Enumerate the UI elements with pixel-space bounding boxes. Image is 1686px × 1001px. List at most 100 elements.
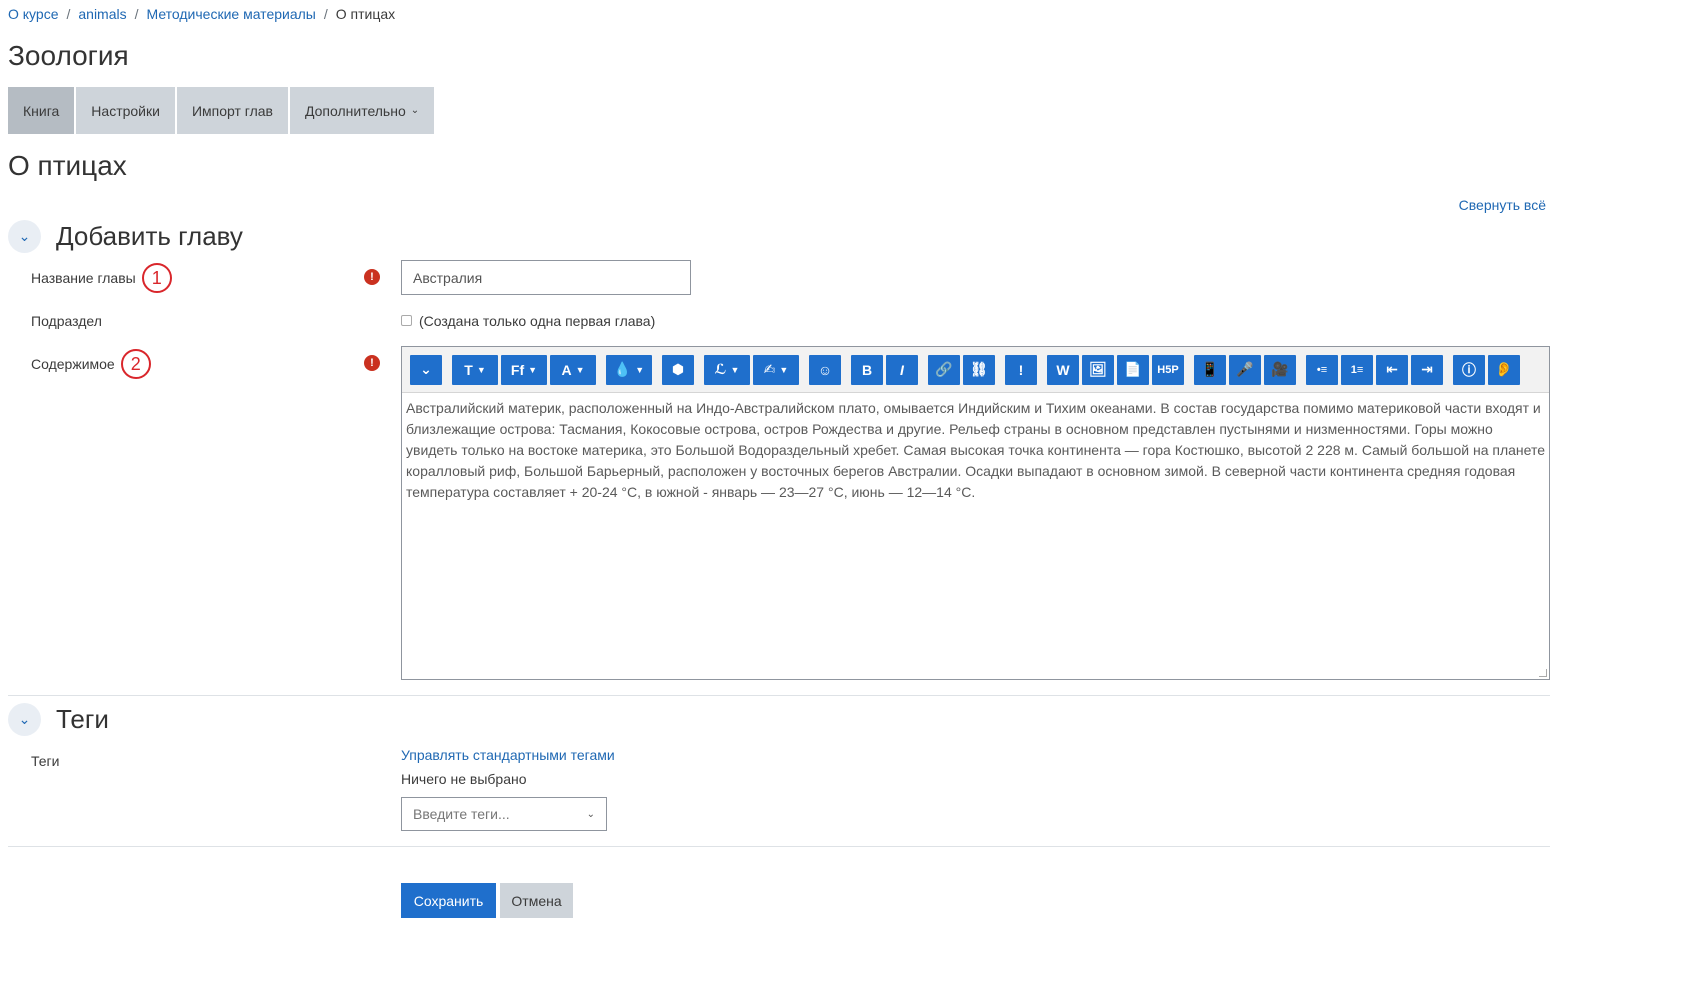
breadcrumb: О курсе / animals / Методические материалы / О… — [8, 6, 395, 22]
tab-settings[interactable]: Настройки — [76, 87, 175, 134]
section-toggle-button[interactable]: ⌄ — [8, 220, 41, 253]
chevron-down-icon: ⌄ — [410, 105, 420, 116]
editor-content-area[interactable]: Австралийский материк, расположенный на … — [402, 393, 1549, 508]
record-video-button[interactable]: 🎥 — [1264, 354, 1296, 385]
image-icon: 🖼 — [1089, 361, 1107, 377]
emoji-button[interactable]: ☺ — [809, 354, 841, 385]
indent-icon: ⇥ — [1421, 361, 1433, 377]
unordered-list-button[interactable]: •≡ — [1306, 354, 1338, 385]
highlight-button[interactable]: ✍ ▼ — [753, 354, 799, 385]
chevron-down-icon: ▼ — [528, 364, 538, 375]
drop-icon: 💧 — [613, 361, 632, 377]
h5p-icon: H5P — [1157, 363, 1179, 376]
toolbar-toggle-button[interactable]: ⌄ — [410, 354, 442, 385]
font-size-button[interactable]: T ▼ — [452, 354, 498, 385]
insert-media-button[interactable]: 📄 — [1117, 354, 1149, 385]
chevron-down-icon: ▼ — [635, 364, 645, 375]
screenreader-helper-button[interactable]: 👂 — [1488, 354, 1520, 385]
section-divider — [8, 846, 1550, 847]
label-text: Название главы — [31, 270, 136, 286]
subchapter-checkbox[interactable] — [401, 315, 412, 326]
subchapter-label: Подраздел — [31, 313, 102, 329]
ordered-list-button[interactable]: 1≡ — [1341, 354, 1373, 385]
breadcrumb-separator: / — [134, 6, 139, 22]
section-divider — [8, 695, 1550, 696]
breadcrumb-animals[interactable]: animals — [78, 6, 126, 22]
word-icon: W — [1056, 361, 1070, 378]
bold-icon: B — [861, 361, 873, 378]
font-color-button[interactable]: A ▼ — [550, 354, 596, 385]
background-color-button[interactable]: 💧 ▼ — [606, 354, 652, 385]
chapter-title-label: Название главы 1 — [31, 263, 172, 293]
annotation-marker: 2 — [120, 349, 151, 379]
chevron-down-icon: ⌄ — [420, 361, 432, 377]
section-tags-header: ⌄ Теги — [8, 703, 109, 736]
chevron-down-icon: ▼ — [779, 364, 789, 375]
resize-handle[interactable] — [1539, 669, 1547, 677]
font-size-icon: T — [464, 361, 473, 378]
subchapter-note: (Создана только одна первая глава) — [419, 313, 656, 329]
tab-label: Настройки — [91, 102, 160, 119]
outdent-button[interactable]: ⇤ — [1376, 354, 1408, 385]
breadcrumb-course[interactable]: О курсе — [8, 6, 58, 22]
chevron-down-icon: ⌄ — [18, 711, 31, 727]
tab-more[interactable]: Дополнительно ⌄ — [289, 87, 435, 134]
font-color-icon: A — [561, 361, 572, 378]
course-title: Зоология — [8, 40, 129, 71]
exclamation-icon: ! — [1018, 361, 1024, 378]
required-icon: ! — [364, 269, 380, 285]
link-icon: 🔗 — [935, 361, 953, 377]
chevron-down-icon: ⌄ — [586, 808, 595, 820]
outdent-icon: ⇤ — [1386, 361, 1398, 377]
screen-recorder-button[interactable]: 📱 — [1194, 354, 1226, 385]
section-add-chapter-header: ⌄ Добавить главу — [8, 220, 243, 253]
word-import-button[interactable]: W — [1047, 354, 1079, 385]
breadcrumb-separator: / — [66, 6, 71, 22]
link-button[interactable]: 🔗 — [928, 354, 960, 385]
editor-toolbar: ⌄ T ▼ Ff ▼ A ▼ 💧 ▼ ⬢ ℒ ▼ ✍ ▼ ☺ B I 🔗 ⛓ ! W 🖼 📄… — [402, 347, 1549, 393]
content-editor: ⌄ T ▼ Ff ▼ A ▼ 💧 ▼ ⬢ ℒ ▼ ✍ ▼ ☺ B I 🔗 ⛓ ! W 🖼 📄… — [401, 346, 1550, 680]
unlink-button[interactable]: ⛓ — [963, 354, 995, 385]
file-icon: 📄 — [1124, 361, 1142, 377]
tags-input[interactable]: Введите теги... ⌄ — [401, 797, 607, 831]
styles-button[interactable]: ⬢ — [662, 354, 694, 385]
chapter-title-input[interactable]: Австралия — [401, 260, 691, 295]
tab-label: Импорт глав — [191, 102, 273, 119]
chevron-down-icon: ▼ — [730, 364, 740, 375]
breadcrumb-materials[interactable]: Методические материалы — [147, 6, 316, 22]
section-toggle-button[interactable]: ⌄ — [8, 703, 41, 736]
pen-icon: ✍ — [763, 361, 776, 377]
section-title: Теги — [56, 704, 109, 734]
save-button[interactable]: Сохранить — [401, 883, 496, 918]
accessibility-checker-button[interactable]: ! — [1005, 354, 1037, 385]
annotation-marker: 1 — [141, 263, 172, 293]
insert-image-button[interactable]: 🖼 — [1082, 354, 1114, 385]
italic-button[interactable]: I — [886, 354, 918, 385]
record-audio-button[interactable]: 🎤 — [1229, 354, 1261, 385]
collapse-all-link[interactable]: Свернуть всё — [1459, 197, 1546, 213]
tab-book[interactable]: Книга — [8, 87, 75, 134]
tags-placeholder: Введите теги... — [413, 806, 510, 822]
tags-label: Теги — [31, 753, 60, 769]
font-family-icon: Ff — [510, 361, 525, 378]
chevron-down-icon: ▼ — [575, 364, 585, 375]
section-title: Добавить главу — [56, 221, 243, 251]
bullet-list-icon: •≡ — [1316, 363, 1328, 376]
smiley-icon: ☺ — [817, 361, 833, 378]
numbered-list-icon: 1≡ — [1350, 363, 1364, 376]
manage-tags-link[interactable]: Управлять стандартными тегами — [401, 747, 615, 763]
breadcrumb-current: О птицах — [335, 6, 396, 22]
h5p-button[interactable]: H5P — [1152, 354, 1184, 385]
microphone-icon: 🎤 — [1236, 361, 1254, 377]
cancel-button[interactable]: Отмена — [500, 883, 573, 918]
tab-import-chapters[interactable]: Импорт глав — [176, 87, 288, 134]
hexagon-icon: ⬢ — [671, 361, 685, 377]
accessibility-button[interactable]: ⓘ — [1453, 354, 1485, 385]
indent-button[interactable]: ⇥ — [1411, 354, 1443, 385]
ear-icon: 👂 — [1495, 361, 1513, 377]
font-family-button[interactable]: Ff ▼ — [501, 354, 547, 385]
bold-button[interactable]: B — [851, 354, 883, 385]
content-label: Содержимое 2 — [31, 349, 151, 379]
breadcrumb-separator: / — [323, 6, 328, 22]
clear-format-button[interactable]: ℒ ▼ — [704, 354, 750, 385]
